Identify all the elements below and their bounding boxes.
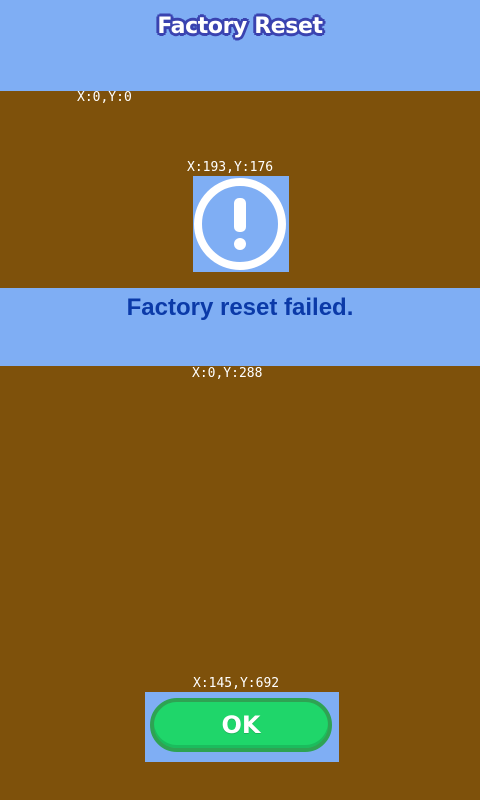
coordinate-label-button: X:145,Y:692 (193, 676, 280, 691)
coordinate-label-origin: X:0,Y:0 (77, 90, 132, 105)
exclamation-circle-icon (194, 178, 286, 270)
error-message: Factory reset failed. (126, 294, 354, 321)
coordinate-label-icon: X:193,Y:176 (187, 160, 274, 175)
ok-button-label: OK (221, 711, 261, 739)
coordinate-label-message: X:0,Y:288 (192, 366, 263, 381)
alert-icon-container (193, 176, 289, 272)
ok-button[interactable]: OK (150, 698, 332, 752)
page-title: Factory Reset (157, 14, 323, 39)
